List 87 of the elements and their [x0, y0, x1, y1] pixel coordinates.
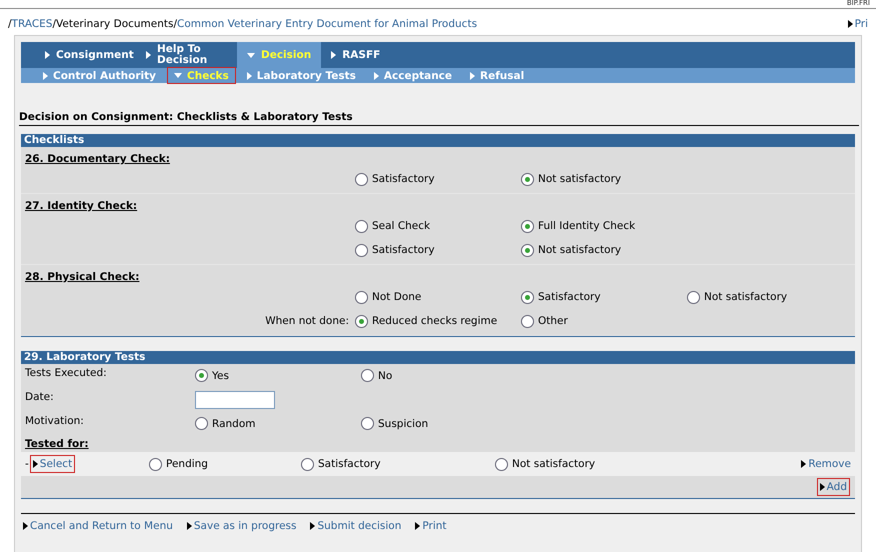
field-label: Tests Executed:	[25, 367, 108, 379]
radio-label: Satisfactory	[538, 291, 601, 303]
arrow-icon	[374, 72, 379, 80]
sub-tab[interactable]: Laboratory Tests	[240, 68, 362, 83]
radio-button[interactable]	[521, 244, 534, 256]
arrow-icon	[32, 460, 38, 468]
sub-tab[interactable]: Control Authority	[37, 68, 162, 83]
caret-icon	[174, 73, 182, 78]
field-label: Motivation:	[25, 415, 85, 427]
arrow-icon	[146, 51, 151, 59]
radio-button[interactable]	[521, 290, 534, 304]
breadcrumb-link[interactable]: TRACES	[12, 18, 52, 30]
sub-tab[interactable]: Checks	[168, 68, 235, 83]
radio-label: No	[378, 370, 392, 382]
radio-button[interactable]	[195, 417, 208, 430]
select-link[interactable]: Select	[32, 458, 72, 470]
remove-link[interactable]: Remove	[801, 458, 851, 470]
arrow-icon	[801, 460, 806, 468]
radio-button[interactable]	[301, 458, 314, 470]
radio-label: Not satisfactory	[704, 291, 788, 303]
radio-button[interactable]	[149, 458, 162, 470]
radio-button[interactable]	[361, 369, 374, 382]
check-heading: 26. Documentary Check:	[25, 153, 171, 165]
section-header: 29. Laboratory Tests	[21, 351, 855, 364]
caret-icon	[247, 52, 255, 58]
radio-label: Yes	[212, 370, 229, 382]
radio-button[interactable]	[521, 314, 534, 328]
arrow-icon	[820, 483, 825, 491]
radio-button[interactable]	[687, 290, 700, 304]
field-label: Date:	[25, 391, 55, 403]
radio-label: Suspicion	[378, 418, 428, 430]
footer-link[interactable]: Print	[415, 520, 447, 532]
radio-label: Satisfactory	[372, 244, 435, 256]
radio-button[interactable]	[495, 458, 508, 470]
main-tab[interactable]: Help To Decision	[136, 42, 237, 68]
breadcrumb-link[interactable]: Common Veterinary Entry Document for Animal Products	[177, 18, 478, 30]
radio-label: Pending	[166, 458, 208, 470]
radio-label: Random	[212, 418, 256, 430]
arrow-icon	[45, 51, 50, 59]
sub-tab[interactable]: Acceptance	[368, 68, 458, 83]
arrow-icon	[470, 72, 476, 80]
dash-label: -	[25, 458, 29, 470]
main-tab[interactable]: Consignment	[35, 42, 136, 68]
radio-button[interactable]	[355, 220, 368, 232]
radio-button[interactable]	[355, 314, 368, 328]
footer-link[interactable]: Submit decision	[310, 520, 402, 532]
radio-button[interactable]	[355, 244, 368, 256]
section-header: Checklists	[21, 134, 855, 147]
radio-label: Reduced checks regime	[372, 315, 498, 327]
radio-button[interactable]	[355, 290, 368, 304]
arrow-icon	[43, 72, 48, 80]
arrow-icon	[331, 51, 336, 59]
radio-label: Not Done	[372, 291, 422, 303]
radio-label: Satisfactory	[372, 173, 435, 185]
radio-label: Not satisfactory	[538, 173, 622, 185]
radio-button[interactable]	[361, 417, 374, 430]
radio-label: Not satisfactory	[538, 244, 622, 256]
page-title: Decision on Consignment: Checklists & Laboratory Tests	[19, 111, 859, 126]
radio-label: Not satisfactory	[512, 458, 596, 470]
arrow-icon	[415, 522, 420, 530]
check-heading: 27. Identity Check:	[25, 200, 138, 212]
add-link[interactable]: Add	[820, 481, 847, 493]
radio-label: Seal Check	[372, 220, 430, 232]
sub-tab[interactable]: Refusal	[464, 68, 530, 83]
check-heading: 28. Physical Check:	[25, 271, 140, 283]
radio-button[interactable]	[521, 172, 534, 186]
arrow-icon	[23, 522, 28, 530]
main-tab[interactable]: RASFF	[321, 42, 390, 68]
footer-link[interactable]: Cancel and Return to Menu	[23, 520, 173, 532]
radio-button[interactable]	[195, 369, 208, 382]
radio-label: Full Identity Check	[538, 220, 636, 232]
radio-label: Other	[538, 315, 568, 327]
footer-link[interactable]: Save as in progress	[186, 520, 296, 532]
main-tab[interactable]: Decision	[237, 42, 322, 68]
radio-button[interactable]	[355, 172, 368, 186]
date-field[interactable]	[195, 391, 275, 409]
arrow-icon	[246, 72, 252, 80]
radio-label: Satisfactory	[318, 458, 381, 470]
arrow-icon	[310, 522, 316, 530]
breadcrumb-text: /Veterinary Documents/	[52, 18, 178, 30]
arrow-icon	[848, 20, 853, 28]
breadcrumb-text: /	[8, 18, 12, 30]
arrow-icon	[186, 522, 192, 530]
field-label: When not done:	[264, 315, 350, 327]
radio-button[interactable]	[521, 220, 534, 232]
corner-shortcut-link[interactable]: Pri	[848, 18, 868, 30]
tested-for-heading: Tested for:	[25, 438, 90, 450]
